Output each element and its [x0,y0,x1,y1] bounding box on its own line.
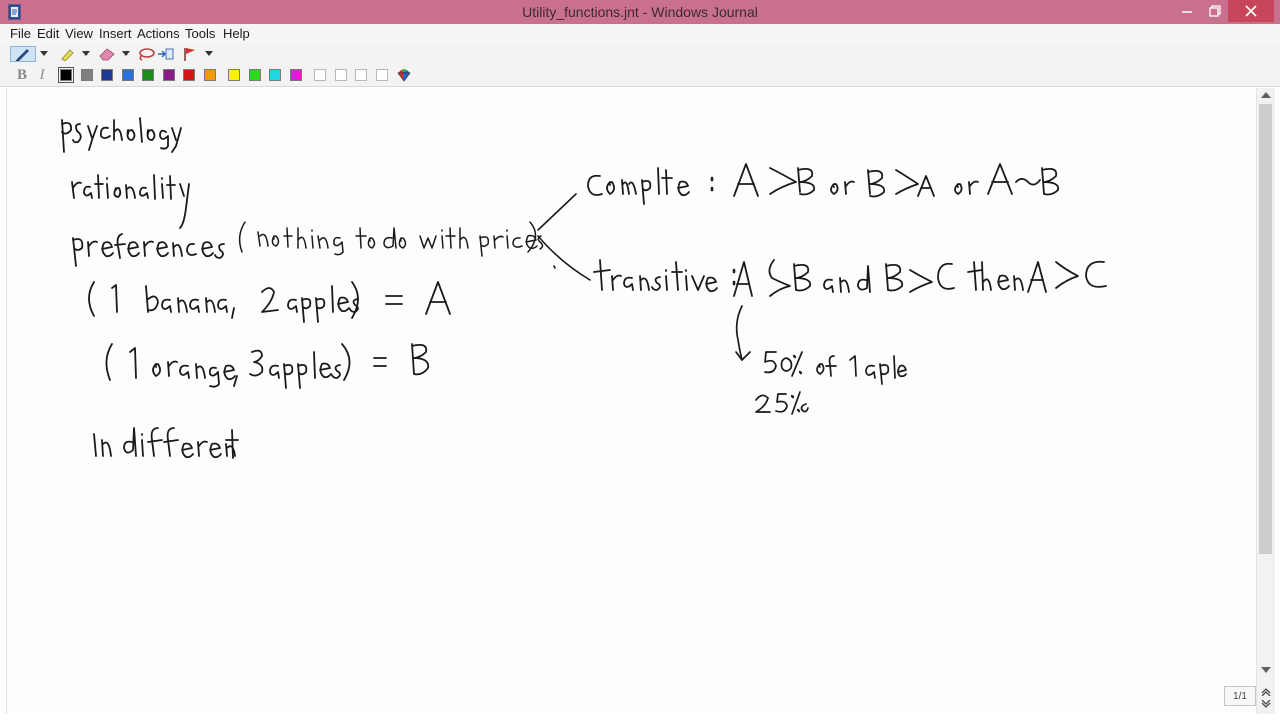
handwriting-ink [61,117,1107,459]
previous-page-icon[interactable] [1261,686,1271,696]
ink-bundle-b [105,343,430,389]
ink-transitive-axiom [593,259,1107,297]
ink-complete-axiom [587,163,1060,205]
scroll-up-arrow-icon[interactable] [1261,92,1271,98]
page-indicator: 1/1 [1224,686,1256,706]
ink-branch-lines [537,193,591,281]
ink-psychology [61,117,182,153]
ink-preferences [72,233,225,267]
ink-bundle-a [88,281,451,323]
scrollbar-thumb[interactable] [1259,104,1272,554]
vertical-scrollbar[interactable] [1256,88,1275,714]
ink-rationality [71,174,190,229]
ink-arrow-and-percentages [735,305,907,415]
scroll-down-arrow-icon[interactable] [1261,667,1271,673]
ink-nothing-to-do-with-prices [238,221,544,257]
ink-indifferent [93,427,239,459]
next-page-icon[interactable] [1261,700,1271,710]
